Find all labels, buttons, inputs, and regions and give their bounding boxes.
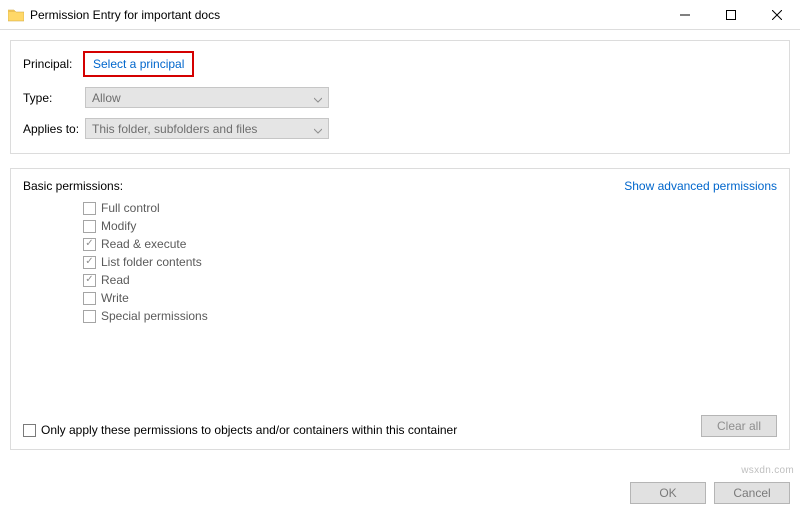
permission-checkbox[interactable]: [83, 310, 96, 323]
type-select: Allow: [85, 87, 329, 108]
minimize-button[interactable]: [662, 0, 708, 30]
permission-list: Full control Modify Read & execute List fol…: [83, 199, 777, 325]
permission-label: Modify: [101, 219, 136, 233]
permission-label: Full control: [101, 201, 160, 215]
permission-item: Special permissions: [83, 307, 777, 325]
applies-select: This folder, subfolders and files: [85, 118, 329, 139]
applies-label: Applies to:: [23, 122, 85, 136]
permission-label: Read & execute: [101, 237, 186, 251]
window-title: Permission Entry for important docs: [30, 8, 220, 22]
watermark: wsxdn.com: [741, 465, 794, 476]
permission-checkbox[interactable]: [83, 202, 96, 215]
applies-value: This folder, subfolders and files: [92, 122, 257, 136]
titlebar: Permission Entry for important docs: [0, 0, 800, 30]
permission-label: List folder contents: [101, 255, 202, 269]
chevron-down-icon: [314, 124, 322, 138]
permissions-panel: Basic permissions: Show advanced permiss…: [10, 168, 790, 450]
chevron-down-icon: [314, 93, 322, 107]
select-principal-link[interactable]: Select a principal: [83, 51, 194, 77]
principal-panel: Principal: Select a principal Type: Allo…: [10, 40, 790, 154]
permission-label: Read: [101, 273, 130, 287]
permission-item: Write: [83, 289, 777, 307]
permission-item: Read: [83, 271, 777, 289]
only-apply-label: Only apply these permissions to objects …: [41, 423, 457, 437]
type-label: Type:: [23, 91, 85, 105]
ok-button[interactable]: OK: [630, 482, 706, 504]
permission-checkbox[interactable]: [83, 220, 96, 233]
folder-icon: [8, 8, 24, 22]
type-value: Allow: [92, 91, 121, 105]
clear-all-button[interactable]: Clear all: [701, 415, 777, 437]
cancel-button[interactable]: Cancel: [714, 482, 790, 504]
permission-label: Special permissions: [101, 309, 208, 323]
permission-checkbox[interactable]: [83, 238, 96, 251]
permission-checkbox[interactable]: [83, 256, 96, 269]
only-apply-checkbox[interactable]: [23, 424, 36, 437]
permission-label: Write: [101, 291, 129, 305]
permission-item: Full control: [83, 199, 777, 217]
permission-item: Modify: [83, 217, 777, 235]
permission-item: List folder contents: [83, 253, 777, 271]
principal-label: Principal:: [23, 57, 85, 71]
permission-checkbox[interactable]: [83, 274, 96, 287]
permission-checkbox[interactable]: [83, 292, 96, 305]
permission-item: Read & execute: [83, 235, 777, 253]
close-button[interactable]: [754, 0, 800, 30]
show-advanced-link[interactable]: Show advanced permissions: [624, 179, 777, 193]
maximize-button[interactable]: [708, 0, 754, 30]
